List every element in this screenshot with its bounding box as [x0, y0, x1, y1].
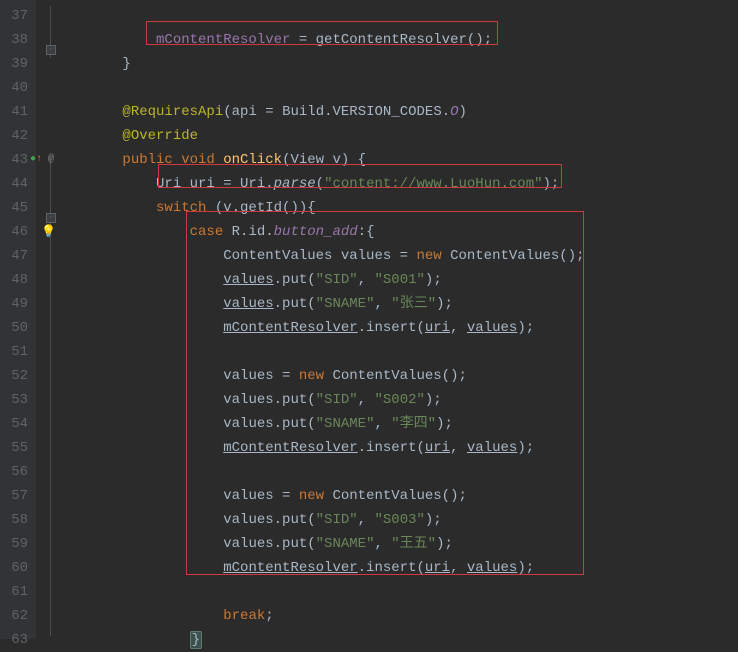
code-line[interactable]: mContentResolver.insert(uri, values); [72, 436, 738, 460]
line-number: 43 [4, 148, 28, 172]
line-number: 53 [4, 388, 28, 412]
code-editor[interactable]: 3738394041424344454647484950515253545556… [0, 0, 738, 639]
line-number: 37 [4, 4, 28, 28]
code-line[interactable]: values.put("SID", "S003"); [72, 508, 738, 532]
code-line[interactable]: Uri uri = Uri.parse("content://www.LuoHu… [72, 172, 738, 196]
line-number: 61 [4, 580, 28, 604]
code-line[interactable]: break; [72, 604, 738, 628]
code-line[interactable]: mContentResolver.insert(uri, values); [72, 556, 738, 580]
code-line[interactable]: values = new ContentValues(); [72, 484, 738, 508]
intention-bulb-icon[interactable]: 💡 [41, 220, 56, 244]
line-number: 50 [4, 316, 28, 340]
line-number: 63 [4, 628, 28, 652]
line-number: 40 [4, 76, 28, 100]
line-number: 57 [4, 484, 28, 508]
code-line[interactable]: } [72, 52, 738, 76]
code-line[interactable]: values.put("SID", "S001"); [72, 268, 738, 292]
code-line[interactable]: mContentResolver.insert(uri, values); [72, 316, 738, 340]
code-line[interactable]: } [72, 628, 738, 652]
code-line[interactable]: values.put("SID", "S002"); [72, 388, 738, 412]
line-number: 45 [4, 196, 28, 220]
fold-column[interactable]: - - 💡 [36, 0, 64, 639]
code-line[interactable] [72, 76, 738, 100]
line-number: 51 [4, 340, 28, 364]
line-number: 39 [4, 52, 28, 76]
code-line[interactable]: ContentValues values = new ContentValues… [72, 244, 738, 268]
line-number: 55 [4, 436, 28, 460]
code-line[interactable]: public void onClick(View v) { [72, 148, 738, 172]
code-line[interactable] [72, 580, 738, 604]
code-line[interactable]: @RequiresApi(api = Build.VERSION_CODES.O… [72, 100, 738, 124]
line-number: 59 [4, 532, 28, 556]
line-number: 52 [4, 364, 28, 388]
code-area[interactable]: mContentResolver = getContentResolver();… [64, 0, 738, 639]
line-number: 47 [4, 244, 28, 268]
line-number-gutter: 3738394041424344454647484950515253545556… [0, 0, 36, 639]
code-line[interactable]: case R.id.button_add:{ [72, 220, 738, 244]
line-number: 44 [4, 172, 28, 196]
line-number: 41 [4, 100, 28, 124]
code-line[interactable]: values = new ContentValues(); [72, 364, 738, 388]
override-gutter-icon[interactable]: ●↑ @ [30, 148, 54, 172]
fold-handle-icon[interactable]: - [46, 45, 56, 55]
line-number: 48 [4, 268, 28, 292]
line-number: 56 [4, 460, 28, 484]
code-line[interactable]: values.put("SNAME", "张三"); [72, 292, 738, 316]
line-number: 58 [4, 508, 28, 532]
code-line[interactable] [72, 340, 738, 364]
line-number: 42 [4, 124, 28, 148]
code-line[interactable]: switch (v.getId()){ [72, 196, 738, 220]
code-line[interactable]: values.put("SNAME", "李四"); [72, 412, 738, 436]
line-number: 38 [4, 28, 28, 52]
line-number: 62 [4, 604, 28, 628]
line-number: 49 [4, 292, 28, 316]
code-line[interactable] [72, 460, 738, 484]
line-number: 60 [4, 556, 28, 580]
line-number: 46 [4, 220, 28, 244]
code-line[interactable]: @Override [72, 124, 738, 148]
code-line[interactable] [72, 4, 738, 28]
code-line[interactable]: values.put("SNAME", "王五"); [72, 532, 738, 556]
line-number: 54 [4, 412, 28, 436]
code-line[interactable]: mContentResolver = getContentResolver(); [72, 28, 738, 52]
